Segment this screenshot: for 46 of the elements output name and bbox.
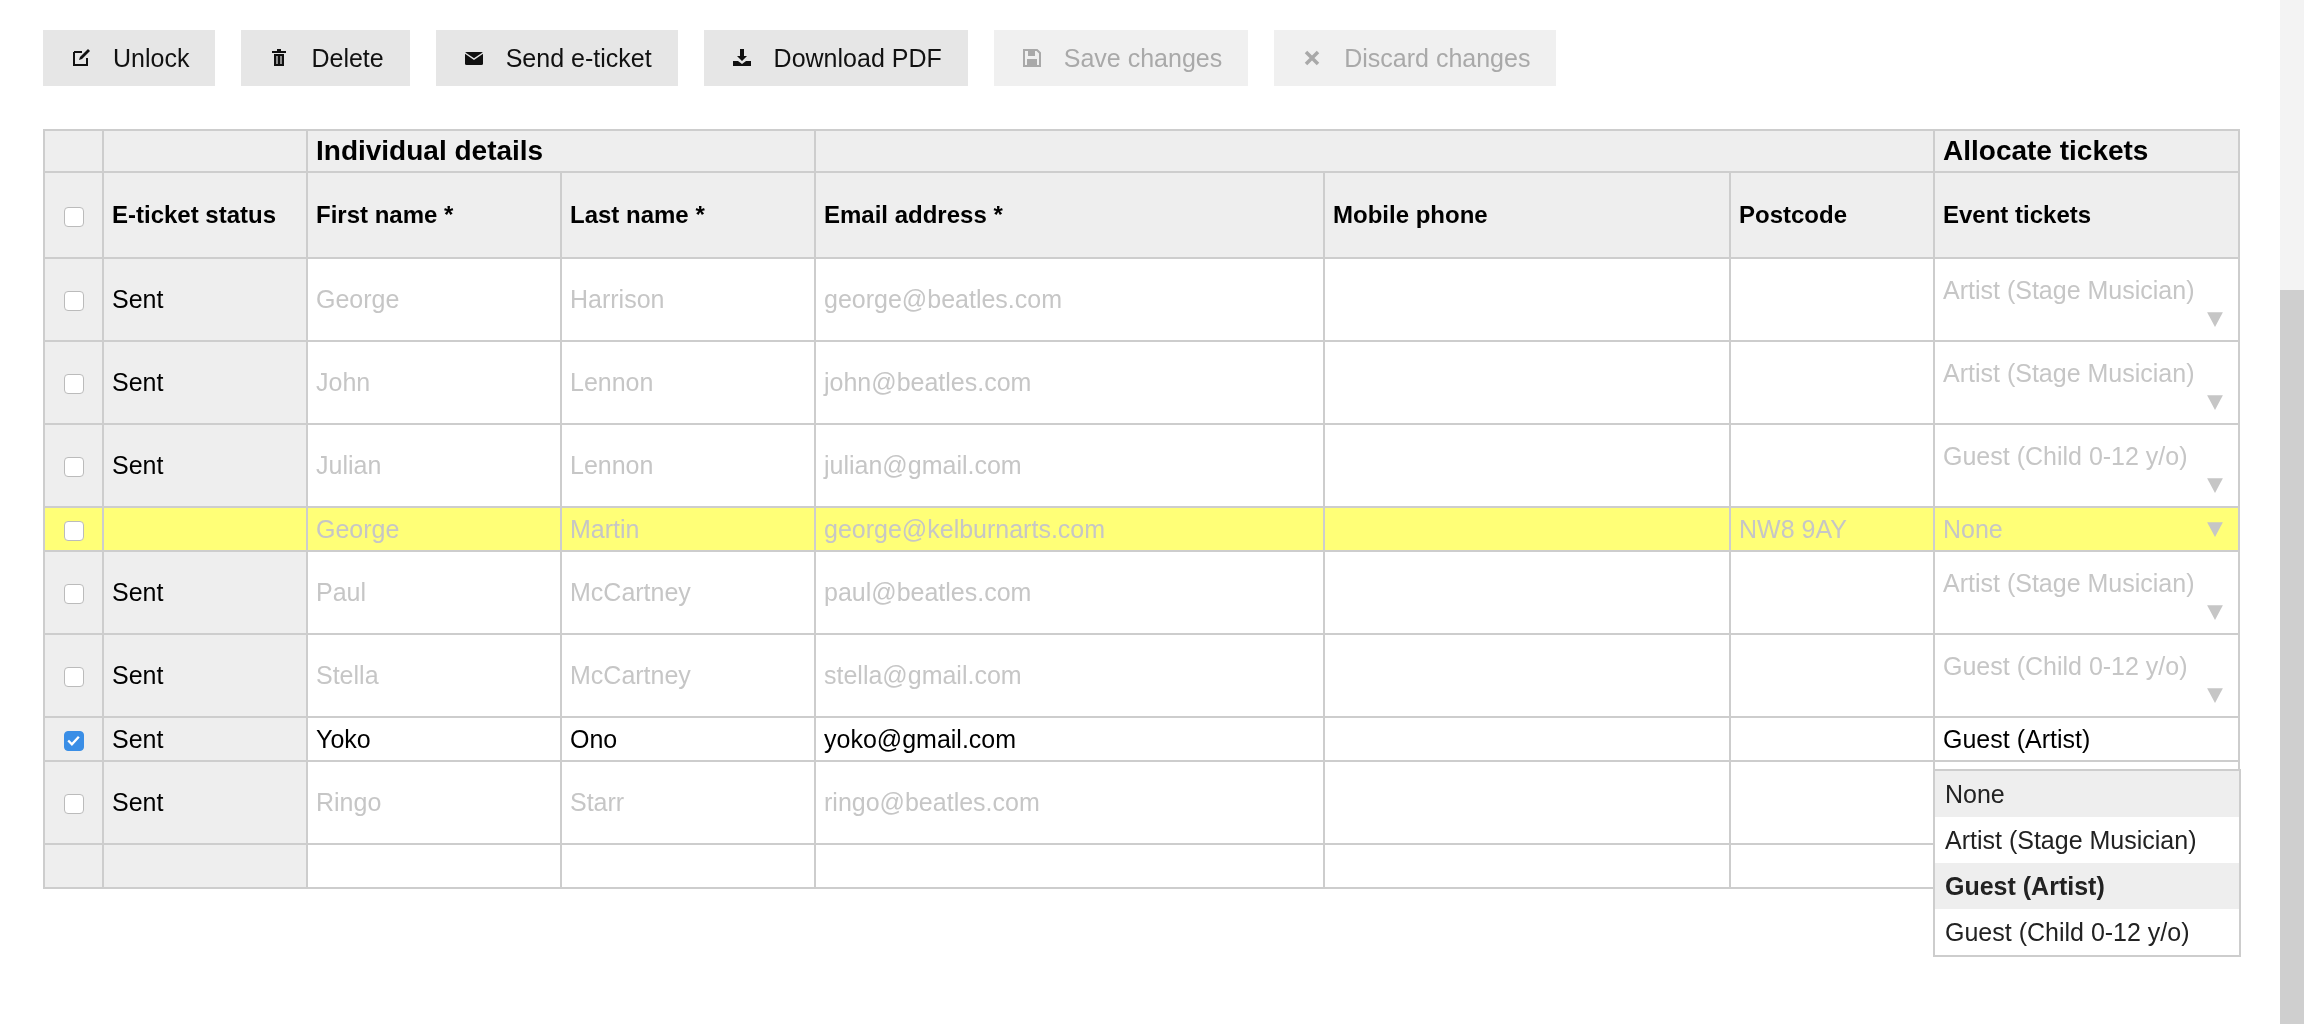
table-cell: Martin: [561, 507, 815, 551]
dropdown-option[interactable]: Artist (Stage Musician): [1935, 817, 2239, 863]
table-cell: Ringo: [307, 761, 561, 844]
table-cell: Ono: [561, 717, 815, 761]
table-cell: george@kelburnarts.com: [815, 507, 1324, 551]
table-cell: stella@gmail.com: [815, 634, 1324, 717]
table-cell: Paul: [307, 551, 561, 634]
header-cell: Allocate tickets: [1934, 130, 2240, 172]
table-cell: Sent: [103, 551, 307, 634]
toolbar-button[interactable]: Delete: [241, 30, 410, 86]
column-header: Postcode: [1730, 172, 1934, 258]
table-cell: Sent: [103, 761, 307, 844]
column-header: Event tickets: [1934, 172, 2240, 258]
table-cell: yoko@gmail.com: [815, 717, 1324, 761]
column-header: Email address *: [815, 172, 1324, 258]
table-cell: Sent: [103, 424, 307, 507]
column-header: E-ticket status: [103, 172, 307, 258]
column-header: Mobile phone: [1324, 172, 1730, 258]
dropdown-option[interactable]: Guest (Child 0-12 y/o): [1935, 909, 2239, 955]
dropdown-option[interactable]: None: [1935, 771, 2239, 817]
table-cell: john@beatles.com: [815, 341, 1324, 424]
dropdown-option[interactable]: Guest (Artist): [1935, 863, 2239, 909]
table-cell: Harrison: [561, 258, 815, 341]
table-cell: George: [307, 507, 561, 551]
table-cell: paul@beatles.com: [815, 551, 1324, 634]
table-cell: Yoko: [307, 717, 561, 761]
table-cell: Stella: [307, 634, 561, 717]
table-cell: Starr: [561, 761, 815, 844]
table-cell: george@beatles.com: [815, 258, 1324, 341]
column-header: First name *: [307, 172, 561, 258]
table-cell: John: [307, 341, 561, 424]
toolbar-button[interactable]: Send e-ticket: [435, 30, 678, 86]
table-cell: McCartney: [561, 634, 815, 717]
header-cell: Individual details: [307, 130, 815, 172]
table-cell: George: [307, 258, 561, 341]
table-cell: Lennon: [561, 341, 815, 424]
column-header: Last name *: [561, 172, 815, 258]
table-cell: ringo@beatles.com: [815, 761, 1324, 844]
table-cell: Sent: [103, 258, 307, 341]
toolbar-button[interactable]: Unlock: [43, 30, 216, 86]
table-cell: Sent: [103, 717, 307, 761]
table-cell: Sent: [103, 341, 307, 424]
toolbar-button[interactable]: Download PDF: [703, 30, 968, 86]
table-cell: McCartney: [561, 551, 815, 634]
table-cell: NW8 9AY: [1730, 507, 1934, 551]
table-cell: Sent: [103, 634, 307, 717]
